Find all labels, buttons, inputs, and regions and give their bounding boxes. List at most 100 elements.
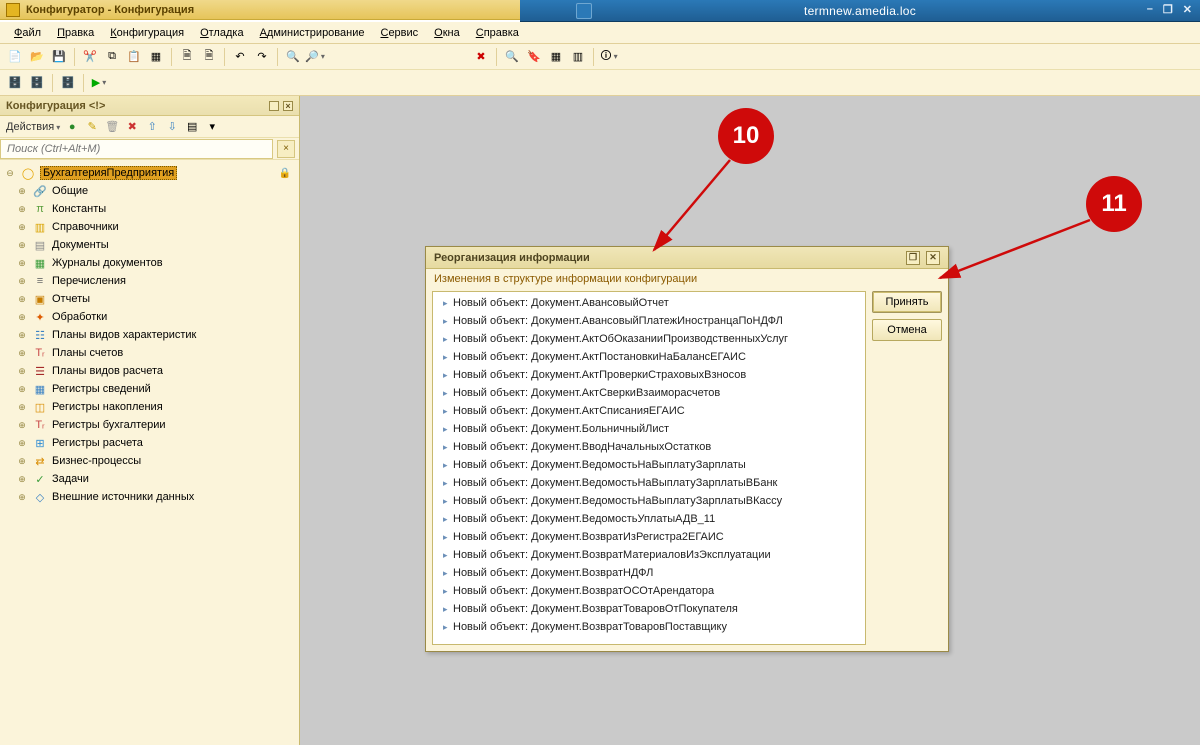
compare2-icon[interactable]: 🗎 <box>200 48 218 66</box>
tree-item[interactable]: ⊕☰Планы видов расчета <box>2 362 297 380</box>
tree-item[interactable]: ⊕≡Перечисления <box>2 272 297 290</box>
list-item[interactable]: ▸Новый объект: Документ.АктСверкиВзаимор… <box>433 384 865 402</box>
form2-icon[interactable]: ▥ <box>569 48 587 66</box>
list-item[interactable]: ▸Новый объект: Документ.ВедомостьНаВыпла… <box>433 474 865 492</box>
list-item[interactable]: ▸Новый объект: Документ.АвансовыйОтчет <box>433 294 865 312</box>
delete-icon[interactable]: 🗑 <box>104 119 120 135</box>
filter2-icon[interactable]: 🔖 <box>525 48 543 66</box>
sidebar-pin-icon[interactable] <box>269 101 279 111</box>
tree-item[interactable]: ⊕▥Справочники <box>2 218 297 236</box>
dialog-maximize-button[interactable]: ❐ <box>906 251 920 265</box>
tree-item[interactable]: ⊕▣Отчеты <box>2 290 297 308</box>
undo-icon[interactable]: ↶ <box>231 48 249 66</box>
menu-Администрирование[interactable]: Администрирование <box>254 25 371 41</box>
list-item[interactable]: ▸Новый объект: Документ.ВводНачальныхОст… <box>433 438 865 456</box>
list-item[interactable]: ▸Новый объект: Документ.БольничныйЛист <box>433 420 865 438</box>
close-file-icon[interactable]: ✖ <box>472 48 490 66</box>
tree-item-label: Внешние источники данных <box>52 491 194 503</box>
sidebar-search-input[interactable] <box>0 139 273 159</box>
list-item[interactable]: ▸Новый объект: Документ.ВозвратНДФЛ <box>433 564 865 582</box>
menu-Конфигурация[interactable]: Конфигурация <box>104 25 190 41</box>
list-item[interactable]: ▸Новый объект: Документ.ВозвратОСОтАренд… <box>433 582 865 600</box>
tree-root[interactable]: ⊖ ◯ БухгалтерияПредприятия 🔒 <box>2 164 297 182</box>
dialog-close-button[interactable]: ✕ <box>926 251 940 265</box>
magnify-icon[interactable]: 🔍 <box>503 48 521 66</box>
chevron-right-icon: ▸ <box>443 460 453 471</box>
lock-icon: 🔒 <box>279 168 291 179</box>
tree-item[interactable]: ⊕⊞Регистры расчета <box>2 434 297 452</box>
tree-item[interactable]: ⊕🔗Общие <box>2 182 297 200</box>
actions-menu[interactable]: Действия <box>6 121 60 133</box>
menu-Справка[interactable]: Справка <box>470 25 525 41</box>
chevron-right-icon: ▸ <box>443 550 453 561</box>
edit-icon[interactable]: ✎ <box>84 119 100 135</box>
move-down-icon[interactable]: ⇩ <box>164 119 180 135</box>
tree-item[interactable]: ⊕◇Внешние источники данных <box>2 488 297 506</box>
sort-icon[interactable]: ▤ <box>184 119 200 135</box>
cancel-button[interactable]: Отмена <box>872 319 942 341</box>
tree-item[interactable]: ⊕▦Регистры сведений <box>2 380 297 398</box>
menu-Окна[interactable]: Окна <box>428 25 466 41</box>
find-icon[interactable]: 🔍 <box>284 48 302 66</box>
config-tree[interactable]: ⊖ ◯ БухгалтерияПредприятия 🔒 ⊕🔗Общие⊕πКо… <box>0 160 299 745</box>
help-icon[interactable]: 🛈 <box>600 48 618 66</box>
remove-icon[interactable]: ✖ <box>124 119 140 135</box>
new-icon[interactable]: 📄 <box>6 48 24 66</box>
redo-icon[interactable]: ↷ <box>253 48 271 66</box>
list-item[interactable]: ▸Новый объект: Документ.ВедомостьНаВыпла… <box>433 492 865 510</box>
list-item[interactable]: ▸Новый объект: Документ.АктОбОказанииПро… <box>433 330 865 348</box>
tree-item[interactable]: ⊕πКонстанты <box>2 200 297 218</box>
list-item[interactable]: ▸Новый объект: Документ.ВозвратИзРегистр… <box>433 528 865 546</box>
rdp-close-button[interactable]: ✕ <box>1183 3 1192 16</box>
tree-item-label: Журналы документов <box>52 257 163 269</box>
tree-item-label: Перечисления <box>52 275 126 287</box>
db-icon[interactable]: 🗄️ <box>6 74 24 92</box>
menu-Сервис[interactable]: Сервис <box>374 25 424 41</box>
copy-icon[interactable]: ⧉ <box>103 48 121 66</box>
menu-Отладка[interactable]: Отладка <box>194 25 250 41</box>
list-item[interactable]: ▸Новый объект: Документ.ВедомостьНаВыпла… <box>433 456 865 474</box>
list-item[interactable]: ▸Новый объект: Документ.АктПроверкиСтрах… <box>433 366 865 384</box>
filter-icon[interactable]: ▦ <box>147 48 165 66</box>
list-item[interactable]: ▸Новый объект: Документ.ВозвратМатериало… <box>433 546 865 564</box>
tree-node-icon: ✓ <box>32 472 48 486</box>
tree-item[interactable]: ⊕✓Задачи <box>2 470 297 488</box>
open-icon[interactable]: 📂 <box>28 48 46 66</box>
funnel-icon[interactable]: ▾ <box>204 119 220 135</box>
pin-icon[interactable] <box>576 3 592 19</box>
tree-item[interactable]: ⊕TᵣПланы счетов <box>2 344 297 362</box>
menu-Правка[interactable]: Правка <box>51 25 100 41</box>
tree-item[interactable]: ⊕⇄Бизнес-процессы <box>2 452 297 470</box>
accept-button[interactable]: Принять <box>872 291 942 313</box>
cut-icon[interactable]: ✂️ <box>81 48 99 66</box>
tree-item[interactable]: ⊕▤Документы <box>2 236 297 254</box>
sidebar-search-clear[interactable]: × <box>277 140 295 158</box>
tree-item[interactable]: ⊕▦Журналы документов <box>2 254 297 272</box>
list-item[interactable]: ▸Новый объект: Документ.АктСписанияЕГАИС <box>433 402 865 420</box>
save-icon[interactable]: 💾 <box>50 48 68 66</box>
list-item[interactable]: ▸Новый объект: Документ.ВозвратТоваровОт… <box>433 600 865 618</box>
list-item[interactable]: ▸Новый объект: Документ.АвансовыйПлатежИ… <box>433 312 865 330</box>
db-save-icon[interactable]: 🗄️ <box>28 74 46 92</box>
compare-icon[interactable]: 🗎 <box>178 48 196 66</box>
rdp-maximize-button[interactable]: ❐ <box>1163 3 1173 16</box>
paste-icon[interactable]: 📋 <box>125 48 143 66</box>
dialog-titlebar[interactable]: Реорганизация информации ❐ ✕ <box>426 247 948 269</box>
sidebar-close-icon[interactable]: × <box>283 101 293 111</box>
tree-item[interactable]: ⊕☷Планы видов характеристик <box>2 326 297 344</box>
add-icon[interactable]: ● <box>64 119 80 135</box>
list-item[interactable]: ▸Новый объект: Документ.АктПостановкиНаБ… <box>433 348 865 366</box>
db-update-icon[interactable]: 🗄️ <box>59 74 77 92</box>
list-item[interactable]: ▸Новый объект: Документ.ВедомостьУплатыА… <box>433 510 865 528</box>
rdp-minimize-button[interactable]: – <box>1147 3 1153 16</box>
tree-item[interactable]: ⊕◫Регистры накопления <box>2 398 297 416</box>
dialog-list[interactable]: ▸Новый объект: Документ.АвансовыйОтчет▸Н… <box>433 292 865 644</box>
run-button[interactable]: ▶ <box>90 74 108 92</box>
tree-item[interactable]: ⊕TᵣРегистры бухгалтерии <box>2 416 297 434</box>
tree-item[interactable]: ⊕✦Обработки <box>2 308 297 326</box>
menu-Файл[interactable]: Файл <box>8 25 47 41</box>
list-item[interactable]: ▸Новый объект: Документ.ВозвратТоваровПо… <box>433 618 865 636</box>
zoom-icon[interactable]: 🔎 <box>306 48 324 66</box>
form-icon[interactable]: ▦ <box>547 48 565 66</box>
move-up-icon[interactable]: ⇧ <box>144 119 160 135</box>
